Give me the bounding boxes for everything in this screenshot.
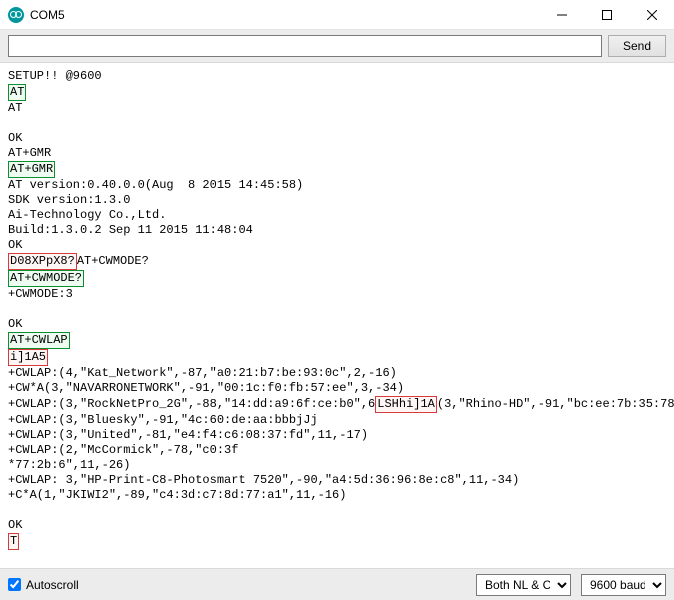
line-ending-select[interactable]: Both NL & CR — [476, 574, 571, 596]
console-line: *77:2b:6",11,-26) — [8, 458, 666, 473]
console-line: AT+GMR — [8, 146, 666, 161]
console-line: AT+GMR — [8, 161, 666, 178]
autoscroll-label: Autoscroll — [26, 578, 79, 592]
console-line: +CWLAP:(4,"Kat_Network",-87,"a0:21:b7:be… — [8, 366, 666, 381]
titlebar: COM5 — [0, 0, 674, 30]
console-line: T — [8, 533, 666, 550]
console-line: AT+CWMODE? — [8, 270, 666, 287]
console-line: +CWLAP: 3,"HP-Print-C8-Photosmart 7520",… — [8, 473, 666, 488]
autoscroll-input[interactable] — [8, 578, 21, 591]
close-button[interactable] — [629, 0, 674, 30]
console-line: OK — [8, 238, 666, 253]
command-input[interactable] — [8, 35, 602, 57]
console-line: AT — [8, 101, 666, 116]
autoscroll-checkbox[interactable]: Autoscroll — [8, 578, 79, 592]
arduino-icon — [8, 7, 24, 23]
serial-console[interactable]: SETUP!! @9600ATAT OKAT+GMRAT+GMRAT versi… — [0, 63, 674, 568]
console-line: Build:1.3.0.2 Sep 11 2015 11:48:04 — [8, 223, 666, 238]
console-line — [8, 503, 666, 518]
console-line: Ai-Technology Co.,Ltd. — [8, 208, 666, 223]
console-line: SETUP!! @9600 — [8, 69, 666, 84]
minimize-button[interactable] — [539, 0, 584, 30]
console-line: +CWLAP:(2,"McCormick",-78,"c0:3f — [8, 443, 666, 458]
console-line: +CWLAP:(3,"Bluesky",-91,"4c:60:de:aa:bbb… — [8, 413, 666, 428]
console-line: OK — [8, 518, 666, 533]
baud-select[interactable]: 9600 baud — [581, 574, 666, 596]
console-line: +C*A(1,"JKIWI2",-89,"c4:3d:c7:8d:77:a1",… — [8, 488, 666, 503]
console-line: OK — [8, 317, 666, 332]
console-line: +CWLAP:(3,"RockNetPro_2G",-88,"14:dd:a9:… — [8, 396, 666, 413]
console-line: AT+CWLAP — [8, 332, 666, 349]
console-line: D08XPpX8?AT+CWMODE? — [8, 253, 666, 270]
console-line: AT version:0.40.0.0(Aug 8 2015 14:45:58) — [8, 178, 666, 193]
console-line: +CW*A(3,"NAVARRONETWORK",-91,"00:1c:f0:f… — [8, 381, 666, 396]
send-button[interactable]: Send — [608, 35, 666, 57]
console-line: i]1A5 — [8, 349, 666, 366]
console-line — [8, 302, 666, 317]
console-line: +CWMODE:3 — [8, 287, 666, 302]
window-title: COM5 — [30, 8, 65, 22]
statusbar: Autoscroll Both NL & CR 9600 baud — [0, 568, 674, 600]
console-line: OK — [8, 131, 666, 146]
maximize-button[interactable] — [584, 0, 629, 30]
console-line — [8, 116, 666, 131]
console-line: +CWLAP:(3,"United",-81,"e4:f4:c6:08:37:f… — [8, 428, 666, 443]
console-line: AT — [8, 84, 666, 101]
console-line: SDK version:1.3.0 — [8, 193, 666, 208]
toolbar: Send — [0, 30, 674, 63]
